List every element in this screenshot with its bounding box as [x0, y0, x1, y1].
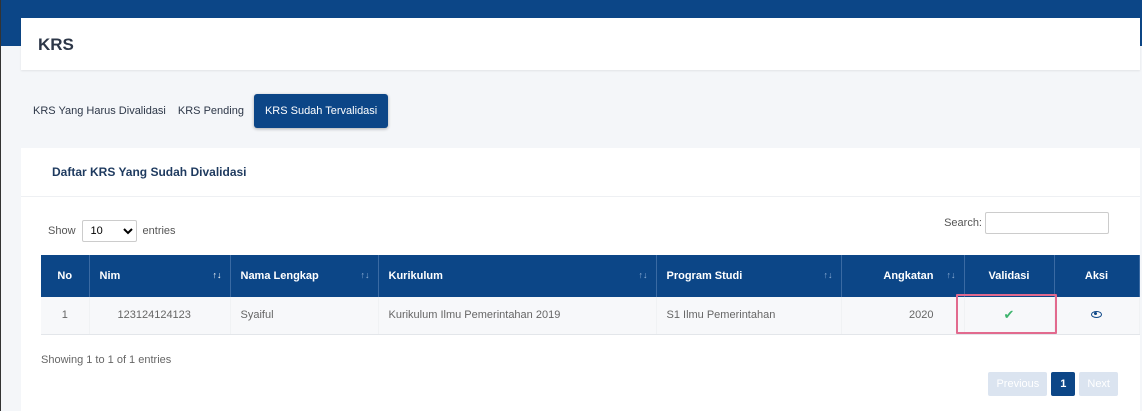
col-angkatan[interactable]: Angkatan ↑↓ — [841, 255, 965, 297]
card-divider — [21, 196, 1140, 197]
cell-aksi — [1054, 297, 1140, 335]
page-1-button[interactable]: 1 — [1051, 372, 1076, 396]
pagination: Previous 1 Next — [988, 372, 1118, 396]
cell-nama: Syaiful — [230, 297, 379, 335]
tab-bar: KRS Yang Harus Divalidasi KRS Pending KR… — [21, 94, 389, 128]
validasi-highlight-box — [956, 294, 1057, 334]
tab-krs-sudah-tervalidasi[interactable]: KRS Sudah Tervalidasi — [253, 94, 389, 128]
col-nama-lengkap[interactable]: Nama Lengkap ↑↓ — [230, 255, 379, 297]
next-button[interactable]: Next — [1079, 372, 1118, 396]
eye-icon[interactable] — [1091, 311, 1102, 319]
sort-icon: ↑↓ — [360, 270, 370, 280]
show-label: Show — [48, 225, 76, 237]
entries-label: entries — [142, 225, 176, 237]
page-title: KRS — [38, 35, 74, 54]
content-card: Daftar KRS Yang Sudah Divalidasi Show 10… — [21, 148, 1140, 411]
tab-krs-pending[interactable]: KRS Pending — [172, 94, 250, 128]
page-header: KRS — [21, 18, 1140, 70]
sort-asc-icon: ↑↓ — [212, 270, 222, 280]
cell-no: 1 — [41, 297, 90, 335]
sort-icon: ↑↓ — [946, 270, 956, 280]
cell-nim: 123124124123 — [89, 297, 231, 335]
search-label: Search: — [944, 217, 982, 229]
tab-krs-harus-divalidasi[interactable]: KRS Yang Harus Divalidasi — [21, 94, 172, 128]
previous-button[interactable]: Previous — [988, 372, 1048, 396]
table-info: Showing 1 to 1 of 1 entries — [41, 354, 172, 366]
left-border — [0, 0, 1, 411]
sort-icon: ↑↓ — [823, 270, 833, 280]
table-header-row: No Nim ↑↓ Nama Lengkap ↑↓ Kurikulum ↑↓ Prog… — [41, 255, 1140, 297]
col-no[interactable]: No — [41, 255, 90, 297]
col-validasi[interactable]: Validasi — [964, 255, 1055, 297]
entries-select[interactable]: 10 — [81, 220, 137, 242]
col-kurikulum[interactable]: Kurikulum ↑↓ — [378, 255, 657, 297]
cell-prodi: S1 Ilmu Pemerintahan — [656, 297, 842, 335]
sort-icon: ↑↓ — [638, 270, 648, 280]
card-title: Daftar KRS Yang Sudah Divalidasi — [52, 165, 247, 179]
length-control: Show 10 entries — [48, 220, 176, 242]
cell-kurikulum: Kurikulum Ilmu Pemerintahan 2019 — [378, 297, 657, 335]
col-program-studi[interactable]: Program Studi ↑↓ — [656, 255, 842, 297]
search-input[interactable] — [985, 212, 1109, 234]
col-aksi[interactable]: Aksi — [1054, 255, 1140, 297]
cell-angkatan: 2020 — [841, 297, 965, 335]
search-control: Search: — [944, 212, 1109, 234]
col-nim[interactable]: Nim ↑↓ — [89, 255, 231, 297]
